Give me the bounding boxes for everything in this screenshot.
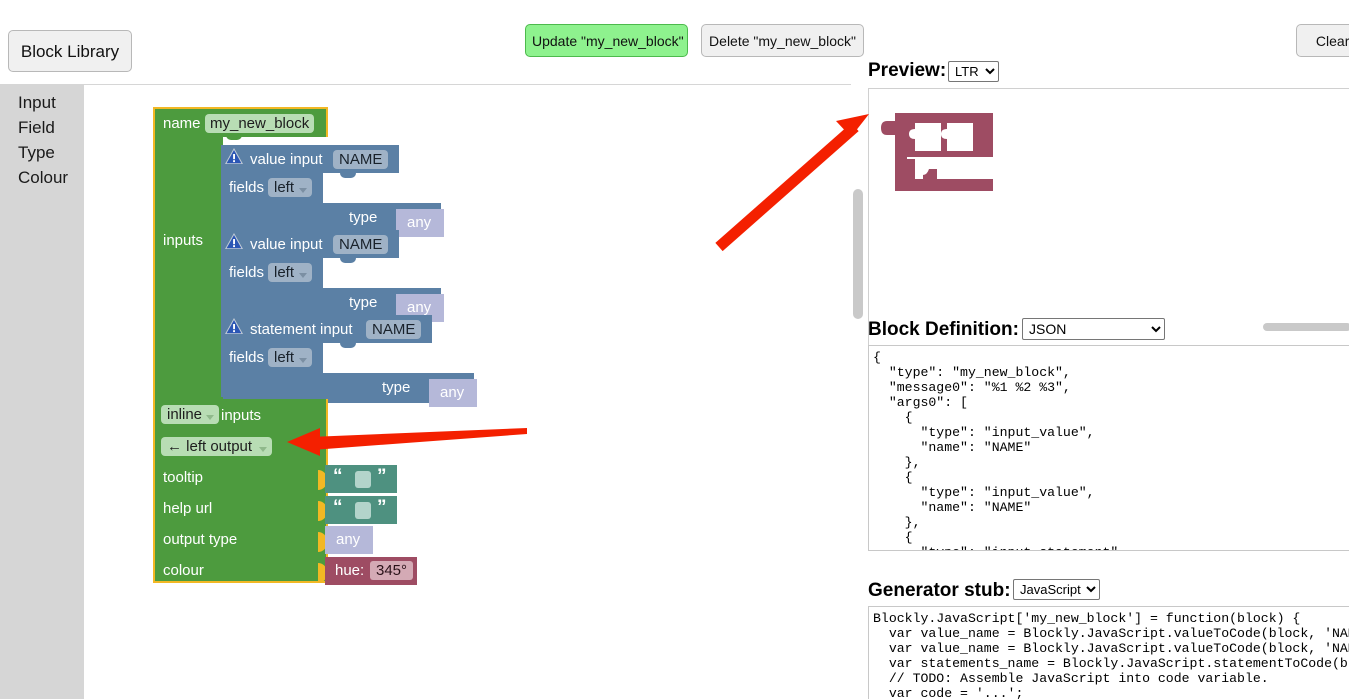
preview-workspace[interactable] [868, 88, 1349, 350]
generator-language-select[interactable]: JavaScriptPythonPHPLuaDart [1013, 579, 1100, 600]
hue-value-field[interactable]: 345° [370, 561, 414, 580]
input-1-type-label: type [349, 209, 378, 226]
factory-bottom-section[interactable] [153, 399, 328, 583]
input-2-kind-label: value input [250, 236, 323, 253]
help-url-text-input[interactable] [355, 502, 371, 519]
colour-label: colour [163, 562, 204, 579]
update-block-button[interactable]: Update "my_new_block" [525, 24, 688, 57]
output-type-label: output type [163, 531, 238, 548]
block-definition-code[interactable]: { "type": "my_new_block", "message0": "%… [869, 346, 1349, 550]
block-factory-workspace[interactable]: Input Field Type Colour name my_new_bloc… [0, 84, 856, 699]
toolbox-category-field[interactable]: Field [18, 118, 55, 138]
input-2-name-field[interactable]: NAME [333, 235, 389, 254]
toolbox-category-type[interactable]: Type [18, 143, 55, 163]
app-root: Block Library Update "my_new_block" Dele… [0, 0, 1349, 699]
block-definition-title: Block Definition: [868, 319, 1019, 340]
name-row-notch [226, 135, 242, 140]
tooltip-text-input[interactable] [355, 471, 371, 488]
block-library-button[interactable]: Block Library [8, 30, 132, 72]
clear-library-button[interactable]: Clear Library [1296, 24, 1349, 57]
input-1-fields-label: fields [229, 179, 265, 196]
generator-stub-code-area[interactable]: Blockly.JavaScript['my_new_block'] = fun… [868, 606, 1349, 699]
generator-stub-code[interactable]: Blockly.JavaScript['my_new_block'] = fun… [869, 607, 1349, 699]
input-3-fields-label: fields [229, 349, 265, 366]
block-name-input[interactable]: my_new_block [205, 114, 315, 133]
workspace-scrollbar-track[interactable] [851, 84, 865, 699]
input-3-align-dropdown[interactable]: left [268, 348, 313, 367]
preview-rendered-block[interactable] [881, 113, 993, 191]
delete-block-button[interactable]: Delete "my_new_block" [701, 24, 864, 57]
input-1-align-dropdown[interactable]: left [268, 178, 313, 197]
output-type-value-block[interactable]: any [325, 526, 373, 554]
help-url-string-block[interactable]: “ ” [325, 496, 397, 524]
warning-triangle-icon[interactable] [224, 317, 244, 335]
close-quote-icon: ” [377, 466, 387, 487]
generator-stub-title: Generator stub: [868, 580, 1011, 601]
inline-inputs-label: inputs [221, 407, 262, 424]
preview-horizontal-scrollbar[interactable] [1263, 323, 1349, 331]
close-quote-icon: ” [377, 497, 387, 518]
input-3-kind-label: statement input [250, 321, 353, 338]
tooltip-label: tooltip [163, 469, 204, 486]
input-3-type-value[interactable]: any [429, 379, 477, 407]
colour-hue-block[interactable]: hue: 345° [325, 557, 417, 585]
open-quote-icon: “ [333, 497, 343, 518]
connections-dropdown[interactable]: ← left output [161, 437, 273, 456]
open-quote-icon: “ [333, 466, 343, 487]
block-definition-format-select[interactable]: JSONJavaScript [1022, 318, 1165, 340]
warning-triangle-icon[interactable] [224, 147, 244, 165]
blockly-toolbox[interactable]: Input Field Type Colour [0, 85, 84, 699]
inline-dropdown[interactable]: inline [161, 405, 220, 424]
input-2-type-label: type [349, 294, 378, 311]
right-panel: Preview: LTRRTL Blo [866, 58, 1349, 699]
toolbox-category-input[interactable]: Input [18, 93, 56, 113]
bottom-section-notch [226, 399, 242, 404]
tooltip-string-block[interactable]: “ ” [325, 465, 397, 493]
hue-label: hue: [335, 562, 365, 579]
input-1-type-value[interactable]: any [396, 209, 444, 237]
name-field-label: name [163, 115, 201, 132]
input-2-align-dropdown[interactable]: left [268, 263, 313, 282]
workspace-scrollbar-thumb[interactable] [853, 189, 863, 319]
warning-triangle-icon[interactable] [224, 232, 244, 250]
preview-direction-select[interactable]: LTRRTL [948, 61, 999, 82]
preview-title: Preview: [868, 60, 947, 81]
help-url-label: help url [163, 500, 213, 517]
input-3-type-label: type [382, 379, 411, 396]
input-2-fields-label: fields [229, 264, 265, 281]
input-1-kind-label: value input [250, 151, 323, 168]
inputs-label: inputs [163, 232, 204, 249]
input-3-name-field[interactable]: NAME [366, 320, 422, 339]
block-definition-code-area[interactable]: { "type": "my_new_block", "message0": "%… [868, 345, 1349, 551]
input-1-name-field[interactable]: NAME [333, 150, 389, 169]
toolbox-category-colour[interactable]: Colour [18, 168, 68, 188]
